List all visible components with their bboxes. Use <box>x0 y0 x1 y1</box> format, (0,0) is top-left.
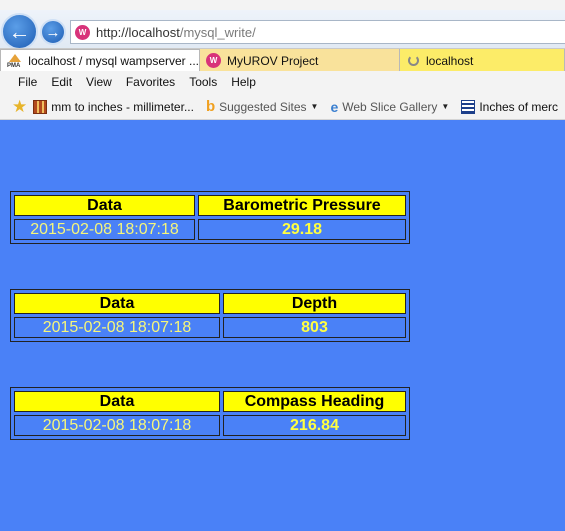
menu-tools[interactable]: Tools <box>189 75 217 89</box>
tab-localhost-mysql[interactable]: PMA localhost / mysql wampserver ... <box>0 49 200 72</box>
tab-strip: PMA localhost / mysql wampserver ... W M… <box>0 48 565 72</box>
tab-label: MyUROV Project <box>227 53 319 68</box>
address-path: /mysql_write/ <box>179 24 256 40</box>
ruler-icon <box>33 99 48 114</box>
value-cell: 29.18 <box>198 219 406 240</box>
compass-heading-table: Data Compass Heading 2015-02-08 18:07:18… <box>10 387 410 440</box>
wamp-favicon-icon: W <box>206 53 221 68</box>
value-cell: 216.84 <box>223 415 406 436</box>
column-header: Compass Heading <box>223 391 406 412</box>
favorite-label: mm to inches - millimeter... <box>51 99 194 114</box>
menu-help[interactable]: Help <box>231 75 256 89</box>
tab-localhost[interactable]: localhost <box>400 49 565 72</box>
address-bar[interactable]: W http://localhost/mysql_write/ <box>70 20 565 44</box>
dropdown-caret-icon: ▼ <box>310 102 319 111</box>
forward-button[interactable]: → <box>40 19 66 45</box>
back-button[interactable]: ← <box>1 13 38 50</box>
column-header: Data <box>14 293 220 314</box>
column-header: Barometric Pressure <box>198 195 406 216</box>
back-arrow-icon: ← <box>8 18 31 44</box>
favorite-mm-to-inches[interactable]: mm to inches - millimeter... <box>33 99 194 114</box>
table-row: 2015-02-08 18:07:18 216.84 <box>14 415 406 436</box>
browser-chrome: ← → W http://localhost/mysql_write/ PMA … <box>0 0 565 120</box>
depth-table: Data Depth 2015-02-08 18:07:18 803 <box>10 289 410 342</box>
favorite-label: Web Slice Gallery <box>342 99 438 114</box>
favorite-inches-of-mercury[interactable]: Inches of merc <box>461 99 559 114</box>
table-header-row: Data Depth <box>14 293 406 314</box>
loading-spinner-icon <box>408 55 419 66</box>
forward-arrow-icon: → <box>45 23 61 41</box>
value-cell: 803 <box>223 317 406 338</box>
timestamp-cell: 2015-02-08 18:07:18 <box>14 219 195 240</box>
ie-icon: e <box>330 98 339 115</box>
menu-view[interactable]: View <box>86 75 112 89</box>
menu-file[interactable]: File <box>18 75 37 89</box>
grid-icon <box>461 99 476 114</box>
table-row: 2015-02-08 18:07:18 803 <box>14 317 406 338</box>
barometric-pressure-table: Data Barometric Pressure 2015-02-08 18:0… <box>10 191 410 244</box>
column-header: Data <box>14 391 220 412</box>
column-header: Depth <box>223 293 406 314</box>
timestamp-cell: 2015-02-08 18:07:18 <box>14 317 220 338</box>
dropdown-caret-icon: ▼ <box>441 102 450 111</box>
bing-icon: b <box>205 98 216 115</box>
column-header: Data <box>14 195 195 216</box>
tab-label: localhost <box>426 53 474 68</box>
wamp-favicon-icon: W <box>75 24 90 40</box>
favorites-star-icon[interactable]: ★ <box>12 97 27 117</box>
favorite-suggested-sites[interactable]: b Suggested Sites ▼ <box>206 98 319 115</box>
phpmyadmin-icon: PMA <box>7 53 24 69</box>
favorite-label: Inches of merc <box>479 99 559 114</box>
favorite-label: Suggested Sites <box>219 99 307 114</box>
table-header-row: Data Barometric Pressure <box>14 195 406 216</box>
favorites-bar: ★ mm to inches - millimeter... b Suggest… <box>0 94 565 120</box>
menu-favorites[interactable]: Favorites <box>126 75 175 89</box>
timestamp-cell: 2015-02-08 18:07:18 <box>14 415 220 436</box>
tab-label: localhost / mysql wampserver ... <box>28 54 199 68</box>
tab-myurov-project[interactable]: W MyUROV Project <box>200 49 400 72</box>
table-row: 2015-02-08 18:07:18 29.18 <box>14 219 406 240</box>
menu-edit[interactable]: Edit <box>51 75 72 89</box>
table-header-row: Data Compass Heading <box>14 391 406 412</box>
address-host: http://localhost <box>96 24 180 40</box>
menu-bar: File Edit View Favorites Tools Help <box>0 71 565 93</box>
address-url[interactable]: http://localhost/mysql_write/ <box>96 25 256 40</box>
favorite-web-slice-gallery[interactable]: e Web Slice Gallery ▼ <box>330 99 449 115</box>
